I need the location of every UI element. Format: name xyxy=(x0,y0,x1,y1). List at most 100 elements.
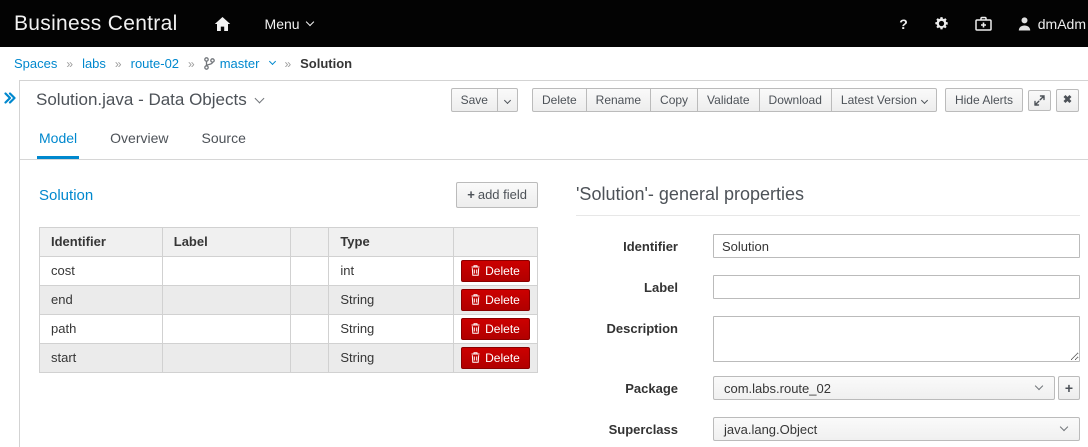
cell-label[interactable] xyxy=(162,343,291,372)
model-editor-body: Solution +add field Identifier Label Typ… xyxy=(20,160,1088,447)
breadcrumb-separator: » xyxy=(284,57,291,71)
user-menu[interactable]: dmAdm xyxy=(1018,16,1086,32)
download-button[interactable]: Download xyxy=(759,88,832,112)
delete-button[interactable]: Delete xyxy=(532,88,587,112)
column-header-label[interactable]: Label xyxy=(162,227,291,256)
delete-field-button[interactable]: Delete xyxy=(461,347,530,369)
form-row-package: Package com.labs.route_02 + xyxy=(576,376,1080,400)
breadcrumb-branch: master xyxy=(220,56,260,71)
maximize-button[interactable] xyxy=(1028,90,1051,111)
breadcrumb-space-labs[interactable]: labs xyxy=(82,56,106,71)
breadcrumb-project[interactable]: route-02 xyxy=(131,56,179,71)
package-label: Package xyxy=(576,381,678,396)
close-button[interactable]: ✖ xyxy=(1056,89,1079,112)
chevron-down-icon xyxy=(921,97,928,104)
cell-type[interactable]: String xyxy=(329,314,454,343)
cell-identifier[interactable]: end xyxy=(40,285,163,314)
latest-version-label: Latest Version xyxy=(841,93,917,107)
cell-type[interactable]: String xyxy=(329,343,454,372)
add-package-button[interactable]: + xyxy=(1058,376,1080,400)
help-icon[interactable]: ? xyxy=(899,16,908,32)
editor-panel: Solution.java - Data Objects Save Delete… xyxy=(19,80,1088,447)
cell-identifier[interactable]: path xyxy=(40,314,163,343)
cell-type[interactable]: String xyxy=(329,285,454,314)
cell-identifier[interactable]: cost xyxy=(40,256,163,285)
delete-field-button[interactable]: Delete xyxy=(461,289,530,311)
cell-empty xyxy=(291,285,329,314)
toolbox-icon[interactable] xyxy=(975,16,992,31)
cell-label[interactable] xyxy=(162,256,291,285)
expand-panel-icon[interactable] xyxy=(4,91,16,109)
save-button[interactable]: Save xyxy=(451,88,498,112)
identifier-input[interactable] xyxy=(713,234,1080,258)
delete-field-button[interactable]: Delete xyxy=(461,260,530,282)
user-name: dmAdm xyxy=(1038,16,1086,32)
gear-icon[interactable] xyxy=(934,16,949,31)
label-label: Label xyxy=(576,280,678,295)
save-options-button[interactable] xyxy=(497,88,518,112)
top-navbar: Business Central Menu ? dmAdm xyxy=(0,0,1088,47)
table-row[interactable]: start String Delete xyxy=(40,343,538,372)
latest-version-button[interactable]: Latest Version xyxy=(831,88,937,112)
cell-label[interactable] xyxy=(162,285,291,314)
delete-field-label: Delete xyxy=(485,264,520,278)
column-header-empty xyxy=(291,227,329,256)
breadcrumb: Spaces » labs » route-02 » master » Solu… xyxy=(0,47,1088,80)
cell-empty xyxy=(291,343,329,372)
description-label: Description xyxy=(576,316,678,336)
fields-header: Solution +add field xyxy=(39,182,538,208)
delete-field-label: Delete xyxy=(485,351,520,365)
form-row-description: Description xyxy=(576,316,1080,362)
label-input[interactable] xyxy=(713,275,1080,299)
home-icon[interactable] xyxy=(214,16,231,32)
table-row[interactable]: path String Delete xyxy=(40,314,538,343)
expand-arrows-icon xyxy=(1034,95,1045,106)
package-select[interactable]: com.labs.route_02 xyxy=(713,376,1055,400)
cell-actions: Delete xyxy=(453,256,537,285)
tab-overview[interactable]: Overview xyxy=(108,121,170,159)
fields-column: Solution +add field Identifier Label Typ… xyxy=(20,160,539,447)
breadcrumb-separator: » xyxy=(188,57,195,71)
content-area: Solution.java - Data Objects Save Delete… xyxy=(0,80,1088,447)
add-field-button[interactable]: +add field xyxy=(456,182,538,208)
column-header-actions xyxy=(453,227,537,256)
user-icon xyxy=(1018,17,1031,31)
superclass-select-value: java.lang.Object xyxy=(724,422,817,437)
branch-selector[interactable]: master xyxy=(204,56,276,71)
properties-column: 'Solution'- general properties Identifie… xyxy=(576,160,1088,447)
tab-model[interactable]: Model xyxy=(37,121,79,159)
column-header-identifier[interactable]: Identifier xyxy=(40,227,163,256)
delete-field-button[interactable]: Delete xyxy=(461,318,530,340)
menu-button[interactable]: Menu xyxy=(265,16,313,32)
object-name-link[interactable]: Solution xyxy=(39,187,93,204)
trash-icon xyxy=(471,352,480,363)
asset-actions-group: Delete Rename Copy Validate Download Lat… xyxy=(532,88,937,112)
cell-actions: Delete xyxy=(453,314,537,343)
menu-label: Menu xyxy=(265,16,300,32)
tab-source[interactable]: Source xyxy=(200,121,248,159)
page-title[interactable]: Solution.java - Data Objects xyxy=(36,90,263,110)
cell-actions: Delete xyxy=(453,285,537,314)
validate-button[interactable]: Validate xyxy=(697,88,759,112)
table-header-row: Identifier Label Type xyxy=(40,227,538,256)
chevron-down-icon xyxy=(254,93,264,103)
cell-type[interactable]: int xyxy=(329,256,454,285)
column-header-type[interactable]: Type xyxy=(329,227,454,256)
rename-button[interactable]: Rename xyxy=(586,88,651,112)
chevron-down-icon xyxy=(1060,423,1068,431)
cell-actions: Delete xyxy=(453,343,537,372)
table-row[interactable]: end String Delete xyxy=(40,285,538,314)
cell-label[interactable] xyxy=(162,314,291,343)
hide-alerts-button[interactable]: Hide Alerts xyxy=(945,88,1023,112)
cell-identifier[interactable]: start xyxy=(40,343,163,372)
table-row[interactable]: cost int Delete xyxy=(40,256,538,285)
brand-logo[interactable]: Business Central xyxy=(0,12,178,36)
breadcrumb-spaces[interactable]: Spaces xyxy=(14,56,57,71)
copy-button[interactable]: Copy xyxy=(650,88,698,112)
plus-icon: + xyxy=(467,187,475,202)
description-textarea[interactable] xyxy=(713,316,1080,362)
trash-icon xyxy=(471,265,480,276)
cell-empty xyxy=(291,256,329,285)
package-select-value: com.labs.route_02 xyxy=(724,381,831,396)
superclass-select[interactable]: java.lang.Object xyxy=(713,417,1080,441)
